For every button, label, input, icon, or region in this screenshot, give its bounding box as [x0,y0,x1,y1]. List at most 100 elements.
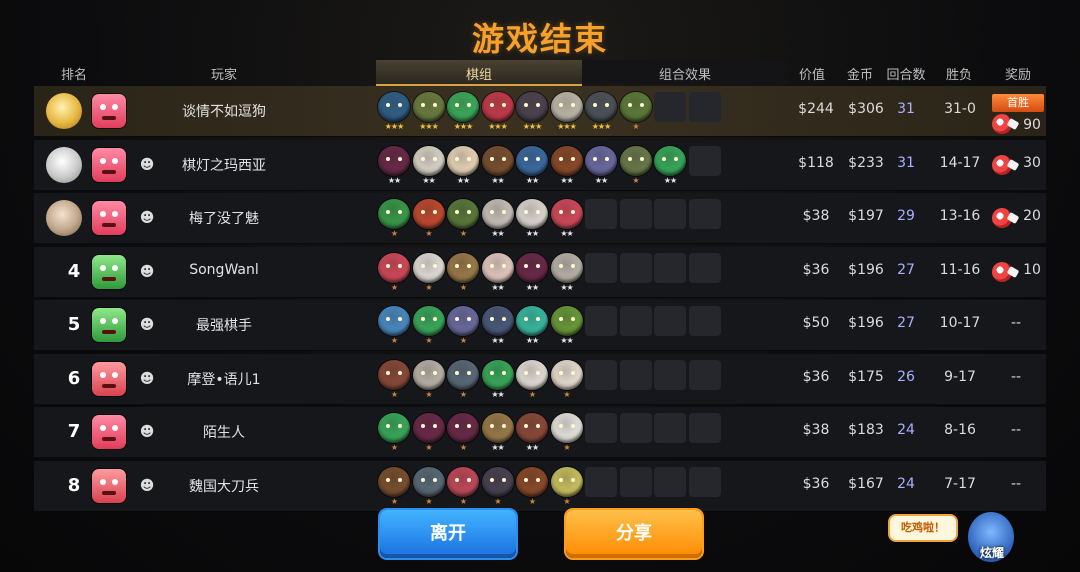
add-friend-icon[interactable]: ☻ [138,156,156,174]
chess-piece-icon[interactable] [447,253,479,283]
chess-piece-icon[interactable] [516,467,548,497]
chess-piece-icon[interactable] [447,360,479,390]
chess-piece-icon[interactable] [516,92,548,122]
value-cell: $38 [802,422,830,438]
add-friend-icon[interactable]: ☻ [138,477,156,495]
player-name: SongWanl [189,262,259,278]
chess-piece-icon[interactable] [412,306,445,336]
avatar [92,94,126,128]
chess-piece-icon[interactable] [412,199,445,229]
chess-piece-icon[interactable] [447,146,479,176]
rounds-cell: 29 [897,208,915,224]
chess-piece-icon[interactable] [550,306,583,336]
chess-piece-icon[interactable] [378,199,410,229]
rank-number: 5 [67,314,81,335]
chess-piece-icon[interactable] [481,360,514,390]
add-friend-icon[interactable]: ☻ [138,209,156,227]
add-friend-icon[interactable]: ☻ [138,423,156,441]
chess-piece-icon[interactable] [481,146,514,176]
star-level: ★★ [594,176,608,185]
chess-piece-icon[interactable] [550,146,583,176]
empty-slot [619,253,652,283]
chess-piece-icon[interactable] [516,199,548,229]
record-cell: 31-0 [944,101,976,117]
star-level: ★★★ [384,122,405,131]
record-cell: 8-16 [944,422,976,438]
share-button[interactable]: 分享 [566,510,702,558]
chess-piece-icon[interactable] [516,306,548,336]
empty-slot [585,199,617,229]
reward-amount: 90 [1023,117,1041,133]
chess-piece-icon[interactable] [550,253,583,283]
player-name: 摩登•语儿1 [187,372,261,388]
reward-amount: 30 [1023,155,1041,171]
chess-piece-icon[interactable] [516,253,548,283]
player-name: 魏国大刀兵 [189,479,259,495]
empty-slot [688,360,721,390]
add-friend-icon[interactable]: ☻ [138,263,156,281]
chess-piece-icon[interactable] [412,146,445,176]
avatar [92,201,126,235]
star-level: ★★★ [419,122,439,131]
chess-piece-icon[interactable] [412,360,445,390]
chess-piece-icon[interactable] [481,413,514,443]
chess-piece-icon[interactable] [378,92,410,122]
empty-slot [585,413,617,443]
chess-piece-icon[interactable] [378,360,410,390]
chess-piece-icon[interactable] [447,306,479,336]
chess-piece-icon[interactable] [619,92,652,122]
reward-amount: -- [1010,422,1022,438]
star-level: ★★ [525,336,539,345]
chess-piece-icon[interactable] [378,413,410,443]
page-title: 游戏结束 [471,20,608,58]
lineup: ★ ★ ★ ★★ ★★ ★ [378,413,778,453]
chess-piece-icon[interactable] [412,253,445,283]
add-friend-icon[interactable]: ☻ [138,370,156,388]
reward-amount: -- [1010,476,1022,492]
chess-piece-icon[interactable] [412,92,445,122]
avatar [92,308,126,342]
chess-piece-icon[interactable] [378,467,410,497]
chess-piece-icon[interactable] [550,413,583,443]
empty-slot [619,360,652,390]
leave-button[interactable]: 离开 [380,510,516,558]
chess-piece-icon[interactable] [447,467,479,497]
chess-piece-icon[interactable] [516,413,548,443]
chess-piece-icon[interactable] [378,306,410,336]
star-level: ★ [425,390,432,399]
player-name: 谈情不如逗狗 [182,104,266,120]
chess-piece-icon[interactable] [619,146,652,176]
reward-amount: 20 [1023,208,1041,224]
star-level: ★★ [456,176,470,185]
chess-piece-icon[interactable] [654,146,686,176]
chess-piece-icon[interactable] [585,92,617,122]
star-level: ★★★ [488,122,508,131]
chess-piece-icon[interactable] [585,146,617,176]
rounds-cell: 24 [897,422,915,438]
chess-piece-icon[interactable] [481,253,514,283]
chess-piece-icon[interactable] [550,467,583,497]
chess-piece-icon[interactable] [481,199,514,229]
chess-piece-icon[interactable] [516,360,548,390]
empty-slot [688,467,721,497]
chess-piece-icon[interactable] [481,306,514,336]
chess-piece-icon[interactable] [447,199,479,229]
chess-piece-icon[interactable] [412,413,445,443]
chess-piece-icon[interactable] [412,467,445,497]
chess-piece-icon[interactable] [378,253,410,283]
star-level: ★ [459,229,467,238]
chess-piece-icon[interactable] [447,413,479,443]
chess-piece-icon[interactable] [447,92,479,122]
rank-medal-icon [38,200,90,236]
chess-piece-icon[interactable] [481,467,514,497]
chess-piece-icon[interactable] [481,92,514,122]
chess-piece-icon[interactable] [378,146,410,176]
chess-piece-icon[interactable] [550,360,583,390]
chess-piece-icon[interactable] [550,199,583,229]
chess-piece-icon[interactable] [550,92,583,122]
add-friend-icon[interactable]: ☻ [138,316,156,334]
star-level: ★ [459,497,467,506]
lineup: ★ ★ ★ ★★ ★★ ★★ [378,199,778,239]
chess-piece-icon[interactable] [516,146,548,176]
gold-cell: $167 [848,476,884,492]
